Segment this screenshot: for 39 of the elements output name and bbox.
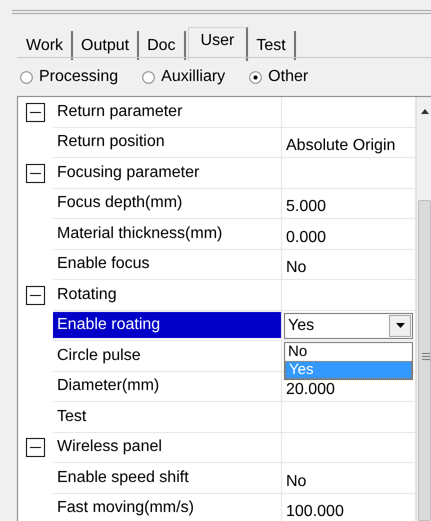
property-value: 5.000 bbox=[285, 198, 328, 216]
group-label: Rotating bbox=[56, 284, 118, 305]
group-label: Focusing parameter bbox=[56, 162, 200, 183]
dropdown-field[interactable]: Yes bbox=[284, 312, 413, 338]
radio-icon[interactable] bbox=[142, 70, 156, 84]
scroll-thumb[interactable] bbox=[418, 200, 431, 521]
radio-option[interactable]: Other bbox=[249, 65, 308, 89]
scroll-up-icon[interactable] bbox=[421, 109, 429, 114]
property-value: 0.000 bbox=[285, 228, 328, 246]
property-label: Enable roating bbox=[53, 312, 281, 338]
collapse-icon[interactable] bbox=[26, 438, 45, 458]
property-label: Enable focus bbox=[56, 254, 151, 274]
radio-icon[interactable] bbox=[249, 70, 262, 84]
scrollbar[interactable] bbox=[416, 97, 431, 521]
property-label: Test bbox=[56, 406, 88, 427]
property-value: Absolute Origin bbox=[285, 137, 396, 155]
radio-icon[interactable] bbox=[20, 70, 33, 84]
property-label: Enable speed shift bbox=[56, 468, 190, 488]
caret-icon bbox=[396, 323, 404, 328]
property-label: Return position bbox=[56, 132, 166, 152]
property-label: Material thickness(mm) bbox=[56, 224, 224, 244]
property-label: Focus depth(mm) bbox=[56, 193, 184, 214]
property-label: Diameter(mm) bbox=[56, 376, 160, 396]
property-label: Circle pulse bbox=[56, 346, 142, 366]
property-value: No bbox=[285, 472, 308, 490]
collapse-icon[interactable] bbox=[26, 164, 45, 183]
property-value: 20.000 bbox=[285, 381, 336, 399]
collapse-icon[interactable] bbox=[26, 102, 45, 122]
property-label: Fast moving(mm/s) bbox=[56, 498, 195, 518]
radio-option[interactable]: Processing bbox=[20, 65, 118, 89]
radio-option[interactable]: Auxilliary bbox=[142, 65, 226, 89]
group-label: Return parameter bbox=[56, 102, 184, 122]
grip-icon bbox=[422, 353, 430, 360]
group-label: Wireless panel bbox=[56, 437, 163, 458]
dropdown-option[interactable]: No bbox=[285, 342, 412, 360]
tab[interactable]: User bbox=[188, 27, 248, 61]
property-value: No bbox=[285, 259, 308, 277]
property-value: 100.000 bbox=[285, 503, 345, 521]
collapse-icon[interactable] bbox=[26, 286, 45, 305]
